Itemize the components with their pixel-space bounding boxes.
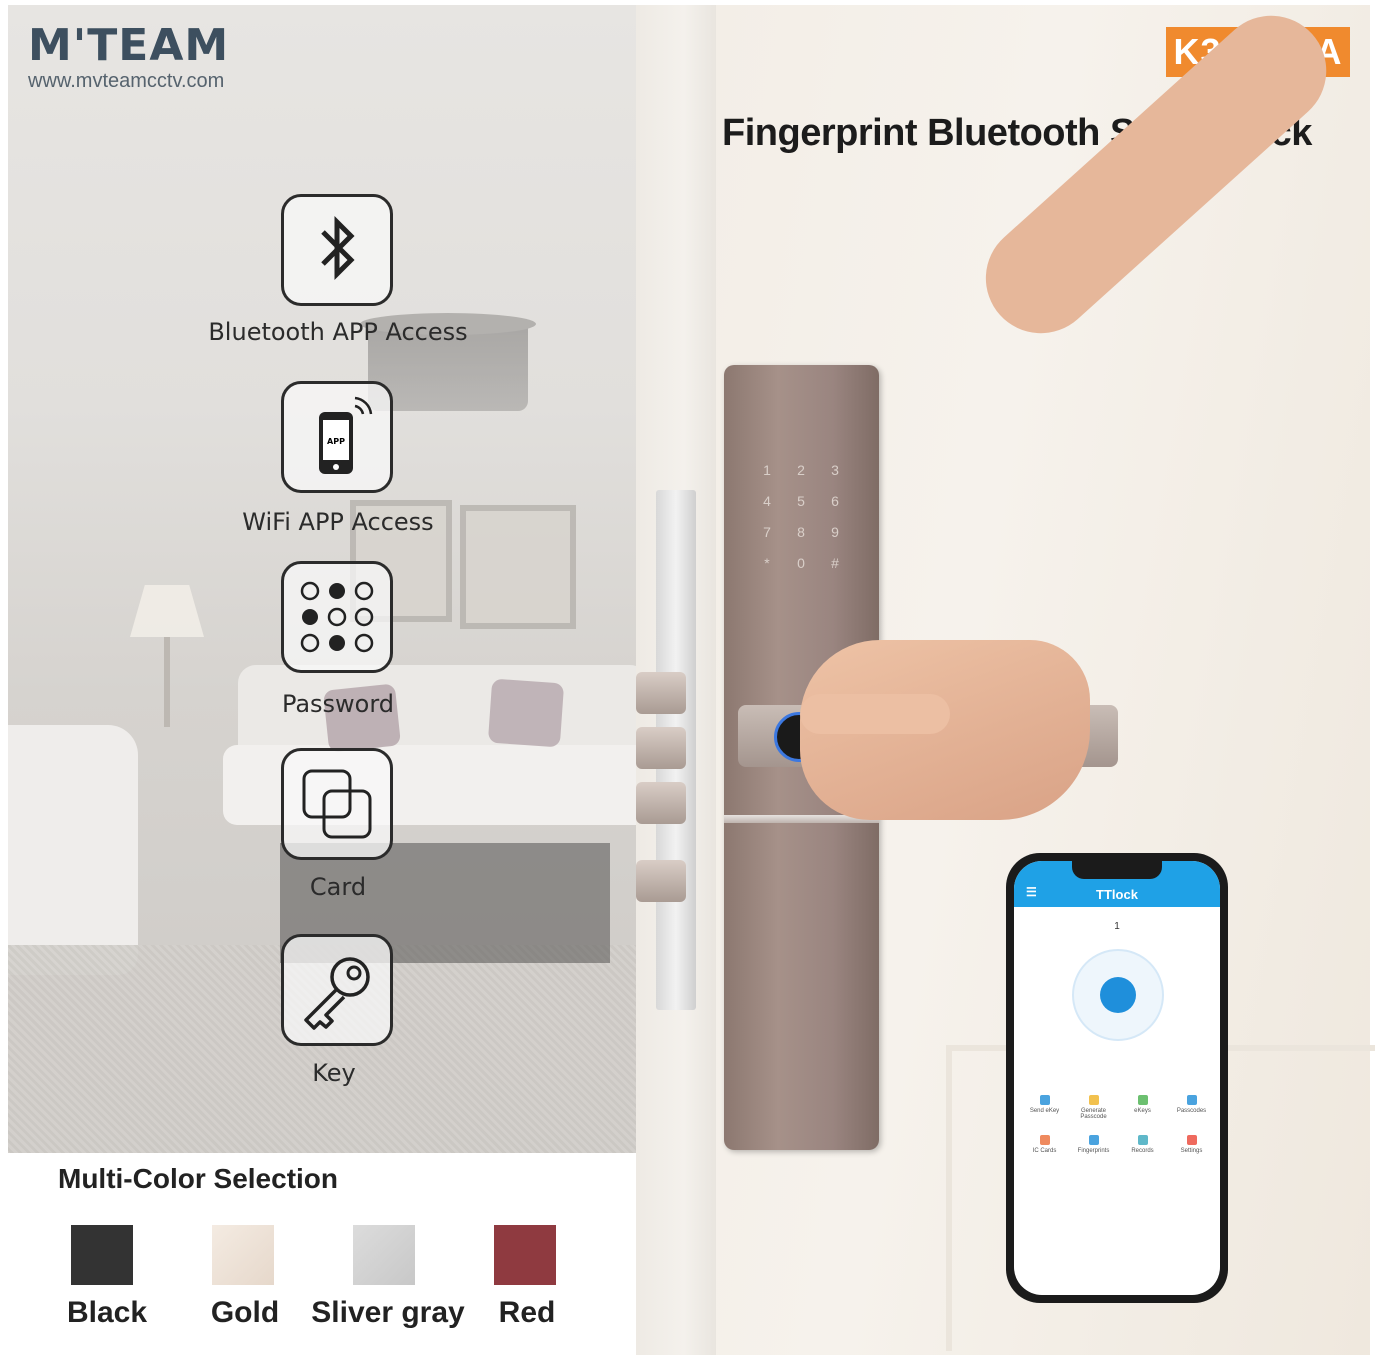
lock-bolt [636, 672, 686, 714]
color-selection-title: Multi-Color Selection [58, 1163, 338, 1194]
swatch-gold [212, 1225, 274, 1285]
swatch-red [494, 1225, 556, 1285]
keypad-key: 6 [831, 493, 839, 509]
lock-bolt [636, 727, 686, 769]
app-button: eKeys [1118, 1091, 1167, 1131]
keypad-key: 2 [797, 462, 805, 478]
keypad-dots-icon [281, 561, 393, 673]
keypad-key: * [764, 555, 770, 571]
swatch-sliver-gray [353, 1225, 415, 1285]
phone-notch [1072, 861, 1162, 879]
feature-label-bluetooth: Bluetooth APP Access [208, 318, 468, 346]
svg-text:APP: APP [327, 437, 345, 446]
lock-bolt [636, 860, 686, 902]
finger-image [800, 694, 950, 734]
keypad-key: # [831, 555, 839, 571]
keypad-key: 1 [763, 462, 771, 478]
phone-screen: ☰ TTlock 1 Send eKey Generate Passcode eKe… [1014, 861, 1220, 1295]
keypad-key: 0 [797, 555, 805, 571]
padlock-icon [1100, 977, 1136, 1013]
brand-url: www.mvteamcctv.com [28, 70, 225, 92]
product-banner: M'TEAM www.mvteamcctv.com Bluetooth APP … [0, 0, 1375, 1358]
app-title: TTlock [1096, 887, 1138, 902]
app-button: Records [1118, 1131, 1167, 1171]
feature-label-wifi: WiFi APP Access [242, 508, 434, 536]
app-button: IC Cards [1020, 1131, 1069, 1171]
card-icon [281, 748, 393, 860]
feature-label-password: Password [281, 690, 395, 718]
swatch-label-sliver-gray: Sliver gray [311, 1296, 465, 1329]
phone-wifi-icon: APP [281, 381, 393, 493]
lock-bolt [636, 782, 686, 824]
app-button: Settings [1167, 1131, 1216, 1171]
keypad-key: 9 [831, 524, 839, 540]
swatch-label-red: Red [498, 1296, 556, 1329]
brand-logo: M'TEAM www.mvteamcctv.com [28, 24, 229, 93]
keypad-key: 5 [797, 493, 805, 509]
keypad-key: 3 [831, 462, 839, 478]
swatch-black [71, 1225, 133, 1285]
swatch-label-gold: Gold [210, 1296, 280, 1329]
brand-logo-word: M'TEAM [28, 20, 230, 71]
lock-number: 1 [1114, 921, 1120, 932]
feature-label-card: Card [309, 873, 367, 901]
keypad-key: 8 [797, 524, 805, 540]
swatch-label-black: Black [66, 1296, 148, 1329]
keypad-key: 4 [763, 493, 771, 509]
bluetooth-icon [281, 194, 393, 306]
keypad-key: 7 [763, 524, 771, 540]
app-menu-grid: Send eKey Generate Passcode eKeys Passcodes… [1020, 1091, 1216, 1171]
app-button: Fingerprints [1069, 1131, 1118, 1171]
key-icon [281, 934, 393, 1046]
lock-keypad: 1 2 3 4 5 6 7 8 9 * 0 # [750, 455, 860, 579]
app-button: Passcodes [1167, 1091, 1216, 1131]
feature-label-key: Key [312, 1059, 356, 1087]
app-button: Send eKey [1020, 1091, 1069, 1131]
app-button: Generate Passcode [1069, 1091, 1118, 1131]
